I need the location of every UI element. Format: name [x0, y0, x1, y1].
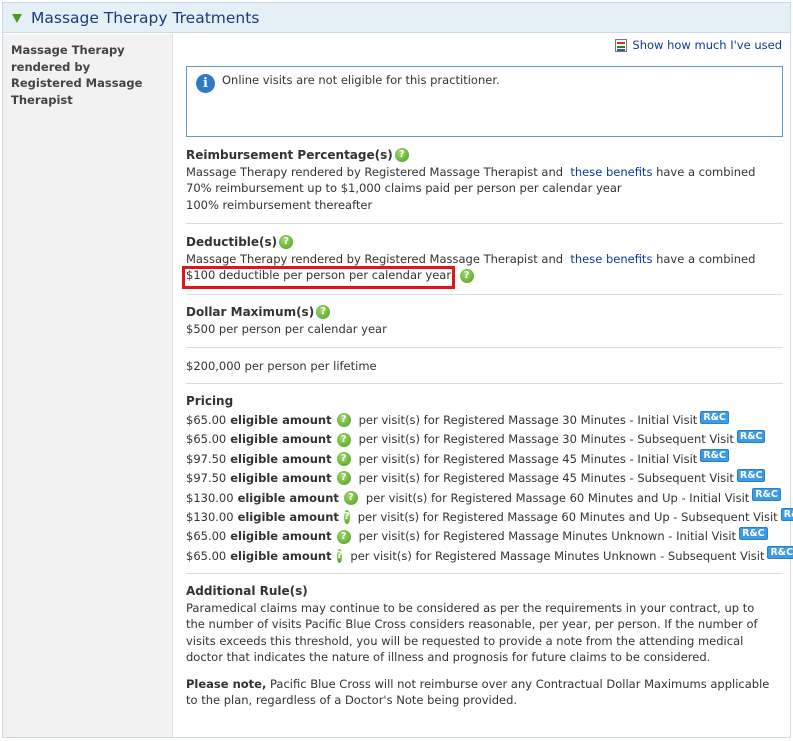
price-value: $97.50 [186, 451, 227, 466]
deductible-intro: Massage Therapy rendered by Registered M… [186, 251, 564, 266]
these-benefits-link[interactable]: these benefits [570, 165, 652, 179]
eligible-amount-label: eligible amount [230, 529, 332, 544]
usage-report-icon [615, 38, 628, 52]
eligible-amount-label: eligible amount [237, 509, 339, 524]
pricing-title: Pricing [186, 394, 234, 408]
pricing-row: $65.00 eligible amount? per visit(s) for R… [186, 430, 783, 449]
dollar-maximum-title: Dollar Maximum(s) [186, 305, 315, 319]
price-description: per visit(s) for Registered Massage 30 M… [358, 432, 734, 447]
these-benefits-link[interactable]: these benefits [570, 252, 652, 266]
reimbursement-line2: 100% reimbursement thereafter [186, 197, 373, 212]
rc-badge[interactable]: R&C [752, 488, 781, 502]
additional-title: Additional Rule(s) [186, 584, 308, 598]
eligible-amount-label: eligible amount [230, 548, 332, 563]
price-description: per visit(s) for Registered Massage 45 M… [358, 471, 734, 486]
rc-badge[interactable]: R&C [767, 546, 793, 560]
rc-badge[interactable]: R&C [700, 410, 729, 424]
rc-badge[interactable]: R&C [736, 468, 766, 482]
help-icon[interactable]: ? [316, 305, 331, 320]
dollar-maximum-section: Dollar Maximum(s)? $500 per person per c… [186, 304, 783, 337]
eligible-amount-label: eligible amount [237, 490, 339, 505]
pricing-section: Pricing $65.00 eligible amount? per visit(… [186, 393, 793, 566]
additional-text: Paramedical claims may continue to be co… [186, 600, 758, 665]
practitioner-column: Massage Therapy rendered by Registered M… [3, 34, 173, 737]
divider [186, 294, 783, 295]
please-note: Please note, Pacific Blue Cross will not… [186, 676, 776, 709]
highlight-box [182, 266, 455, 289]
triangle-down-icon[interactable] [12, 13, 22, 23]
pricing-row: $130.00 eligible amount? per visit(s) for … [186, 488, 783, 507]
info-notice: i Online visits are not eligible for thi… [186, 66, 783, 137]
help-icon[interactable]: ? [394, 148, 409, 163]
divider [186, 573, 783, 574]
please-note-text: Pacific Blue Cross will not reimburse ov… [186, 676, 770, 708]
additional-rules-section: Additional Rule(s) Paramedical claims ma… [186, 583, 783, 709]
info-text: Online visits are not eligible for this … [222, 73, 500, 87]
pricing-row: $97.50 eligible amount? per visit(s) for R… [186, 468, 783, 488]
dollar-maximum-line1: $500 per person per calendar year [186, 321, 387, 336]
pricing-row: $130.00 eligible amount? per visit(s) for … [186, 507, 793, 526]
pricing-row: $97.50 eligible amount? per visit(s) for R… [186, 449, 783, 468]
eligible-amount-label: eligible amount [230, 432, 332, 447]
show-usage-link[interactable]: Show how much I've used [615, 38, 782, 52]
help-icon[interactable]: ? [336, 413, 351, 428]
deductible-title: Deductible(s) [186, 235, 278, 249]
pricing-row: $65.00 eligible amount? per visit(s) for R… [186, 527, 783, 546]
pricing-row: $65.00 eligible amount? per visit(s) for R… [186, 546, 793, 565]
deductible-suffix: have a combined [656, 251, 756, 266]
eligible-amount-label: eligible amount [230, 412, 332, 427]
rc-badge[interactable]: R&C [700, 449, 729, 463]
reimbursement-section: Reimbursement Percentage(s)? Massage The… [186, 147, 783, 213]
price-value: $65.00 [186, 529, 227, 544]
price-value: $130.00 [186, 509, 234, 524]
reimbursement-intro: Massage Therapy rendered by Registered M… [186, 164, 564, 179]
rc-badge[interactable]: R&C [780, 507, 793, 521]
pricing-row: $65.00 eligible amount? per visit(s) for R… [186, 410, 783, 430]
price-value: $130.00 [186, 490, 234, 505]
benefit-panel: Massage Therapy Treatments Massage Thera… [2, 2, 793, 738]
help-icon[interactable]: ? [336, 529, 351, 544]
help-icon[interactable]: ? [279, 235, 294, 250]
price-description: per visit(s) for Registered Massage 30 M… [358, 412, 698, 427]
reimbursement-title: Reimbursement Percentage(s) [186, 148, 393, 162]
price-description: per visit(s) for Registered Massage Minu… [350, 548, 765, 563]
lifetime-maximum: $200,000 per person per lifetime [186, 358, 783, 375]
help-icon[interactable]: ? [336, 471, 351, 486]
rc-badge[interactable]: R&C [736, 430, 766, 444]
price-description: per visit(s) for Registered Massage 60 M… [365, 490, 750, 505]
reimbursement-suffix: have a combined [656, 164, 756, 179]
help-icon[interactable]: ? [343, 510, 350, 525]
divider [186, 223, 783, 224]
panel-title: Massage Therapy Treatments [31, 8, 260, 27]
price-value: $97.50 [186, 471, 227, 486]
pricing-list: $65.00 eligible amount? per visit(s) for R… [186, 410, 793, 566]
divider [186, 383, 783, 384]
help-icon[interactable]: ? [459, 268, 474, 283]
price-value: $65.00 [186, 548, 227, 563]
help-icon[interactable]: ? [336, 432, 351, 447]
reimbursement-line1: 70% reimbursement up to $1,000 claims pa… [186, 181, 622, 195]
dollar-maximum-line2: $200,000 per person per lifetime [186, 359, 377, 373]
show-usage-label[interactable]: Show how much I've used [632, 38, 782, 52]
divider [186, 347, 783, 348]
practitioner-label: Massage Therapy rendered by Registered M… [11, 43, 143, 107]
price-description: per visit(s) for Registered Massage 60 M… [357, 509, 778, 524]
help-icon[interactable]: ? [336, 548, 343, 563]
eligible-amount-label: eligible amount [230, 451, 332, 466]
please-note-label: Please note, [186, 676, 267, 691]
price-description: per visit(s) for Registered Massage Minu… [358, 529, 737, 544]
price-value: $65.00 [186, 432, 227, 447]
help-icon[interactable]: ? [336, 451, 351, 466]
eligible-amount-label: eligible amount [230, 471, 332, 486]
rc-badge[interactable]: R&C [739, 527, 768, 541]
panel-header[interactable]: Massage Therapy Treatments [3, 3, 790, 33]
price-description: per visit(s) for Registered Massage 45 M… [358, 451, 698, 466]
info-circle-icon: i [196, 74, 215, 93]
help-icon[interactable]: ? [343, 490, 358, 505]
price-value: $65.00 [186, 412, 227, 427]
